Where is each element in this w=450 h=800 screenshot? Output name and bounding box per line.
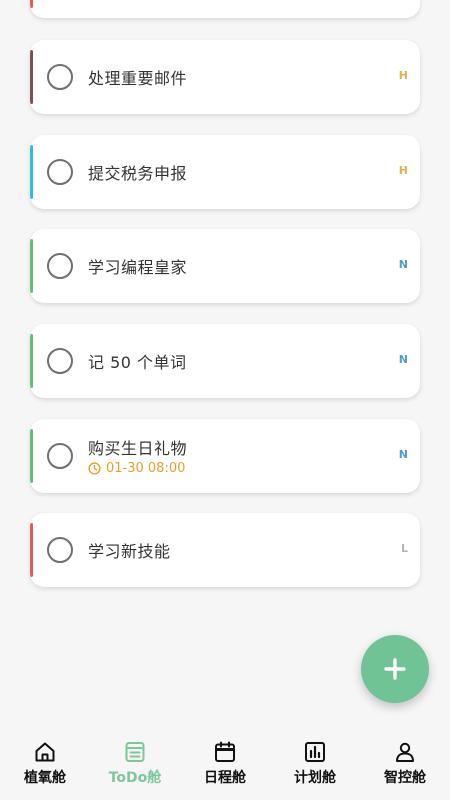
priority-label: H [398, 69, 408, 82]
calendar-icon [215, 741, 235, 762]
priority-label: N [398, 353, 408, 366]
nav-item-control[interactable]: 智控舱 [360, 730, 450, 800]
todo-card[interactable]: 提交税务申报 H [30, 135, 420, 209]
todo-list: 处理重要邮件 H 提交税务申报 H 学习编程皇家 N 记 50 个单词 N 购买… [0, 0, 450, 730]
nav-label: 植氧舱 [24, 770, 66, 786]
complete-checkbox[interactable] [47, 348, 73, 374]
priority-bar [30, 429, 33, 483]
nav-item-todo[interactable]: ToDo舱 [90, 730, 180, 800]
complete-checkbox[interactable] [47, 443, 73, 469]
nav-label: 计划舱 [294, 770, 336, 786]
priority-bar [30, 50, 33, 104]
user-icon [396, 742, 414, 762]
priority-label: N [398, 258, 408, 271]
nav-label: ToDo舱 [108, 770, 162, 786]
priority-label: L [400, 542, 408, 555]
priority-bar [30, 145, 33, 199]
nav-item-home[interactable]: 植氧舱 [0, 730, 90, 800]
task-title: 学习新技能 [88, 542, 171, 561]
chart-icon [305, 742, 325, 762]
todo-card[interactable]: 记 50 个单词 N [30, 324, 420, 398]
priority-bar [30, 0, 33, 8]
nav-item-schedule[interactable]: 日程舱 [180, 730, 270, 800]
due-time: 01-30 08:00 [88, 461, 185, 476]
nav-label: 智控舱 [384, 770, 426, 786]
todo-card[interactable]: 处理重要邮件 H [30, 40, 420, 114]
task-title: 记 50 个单词 [88, 353, 187, 372]
todo-icon [125, 742, 145, 762]
priority-bar [30, 239, 33, 293]
todo-card[interactable]: 学习编程皇家 N [30, 229, 420, 303]
task-title: 提交税务申报 [88, 164, 188, 183]
todo-card-partial[interactable] [30, 0, 420, 18]
plus-icon [384, 658, 406, 680]
add-task-button[interactable] [361, 635, 429, 703]
todo-card[interactable]: 购买生日礼物 01-30 08:00 N [30, 419, 420, 493]
complete-checkbox[interactable] [47, 537, 73, 563]
due-time-text: 01-30 08:00 [106, 461, 186, 476]
complete-checkbox[interactable] [47, 253, 73, 279]
priority-bar [30, 334, 33, 388]
priority-bar [30, 523, 33, 577]
complete-checkbox[interactable] [47, 64, 73, 90]
nav-label: 日程舱 [204, 770, 246, 786]
nav-item-plan[interactable]: 计划舱 [270, 730, 360, 800]
todo-card[interactable]: 学习新技能 L [30, 513, 420, 587]
complete-checkbox[interactable] [47, 159, 73, 185]
bottom-nav: 植氧舱 ToDo舱 日程舱 计划舱 智控舱 [0, 730, 450, 800]
task-title: 处理重要邮件 [88, 69, 188, 88]
priority-label: H [398, 164, 408, 177]
home-icon [35, 742, 55, 762]
task-title: 购买生日礼物 [88, 439, 188, 458]
clock-icon [88, 462, 101, 475]
priority-label: N [398, 448, 408, 461]
task-title: 学习编程皇家 [88, 258, 188, 277]
